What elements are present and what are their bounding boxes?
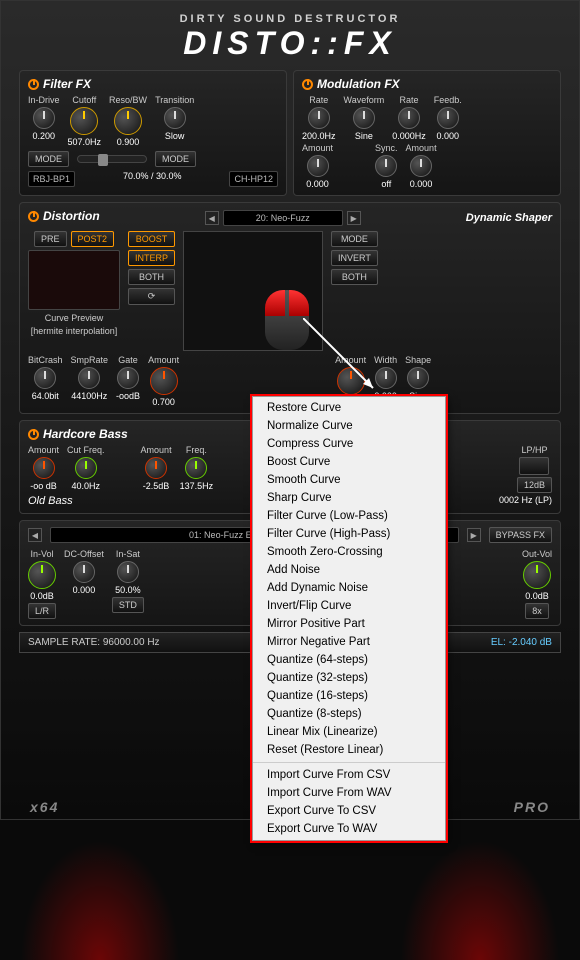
mix-slider[interactable] (77, 155, 147, 163)
menu-item[interactable]: Import Curve From CSV (253, 766, 445, 784)
rate2-knob[interactable] (398, 107, 420, 129)
refresh-button[interactable]: ⟳ (128, 288, 175, 305)
bass-amount2-knob[interactable] (145, 457, 167, 479)
glow-decor (400, 840, 560, 960)
power-icon[interactable] (28, 429, 39, 440)
menu-item[interactable]: Smooth Zero-Crossing (253, 543, 445, 561)
menu-item[interactable]: Filter Curve (High-Pass) (253, 525, 445, 543)
chain-next[interactable]: ▶ (467, 528, 481, 542)
filter-panel: Filter FX In-Drive0.200 Cutoff507.0Hz Re… (19, 70, 287, 196)
menu-item[interactable]: Sharp Curve (253, 489, 445, 507)
context-menu: Restore CurveNormalize CurveCompress Cur… (252, 396, 446, 841)
menu-item[interactable]: Filter Curve (Low-Pass) (253, 507, 445, 525)
transition-knob[interactable] (164, 107, 186, 129)
reso-knob[interactable] (114, 107, 142, 135)
smprate-knob[interactable] (78, 367, 100, 389)
filter-type2[interactable]: CH-HP12 (229, 171, 278, 187)
menu-item[interactable]: Quantize (32-steps) (253, 669, 445, 687)
menu-item[interactable]: Restore Curve (253, 399, 445, 417)
menu-item[interactable]: Export Curve To CSV (253, 802, 445, 820)
menu-item[interactable]: Normalize Curve (253, 417, 445, 435)
pre-button[interactable]: PRE (34, 231, 67, 247)
invert-button[interactable]: INVERT (331, 250, 378, 266)
menu-item[interactable]: Mirror Negative Part (253, 633, 445, 651)
amt2-knob[interactable] (410, 155, 432, 177)
indrive-knob[interactable] (33, 107, 55, 129)
menu-item[interactable]: Smooth Curve (253, 471, 445, 489)
menu-item[interactable]: Add Dynamic Noise (253, 579, 445, 597)
boost-button[interactable]: BOOST (128, 231, 175, 247)
dc-knob[interactable] (73, 561, 95, 583)
next-preset[interactable]: ▶ (347, 211, 361, 225)
both2-button[interactable]: BOTH (331, 269, 378, 285)
menu-item[interactable]: Mirror Positive Part (253, 615, 445, 633)
power-icon[interactable] (28, 211, 39, 222)
bitcrash-knob[interactable] (34, 367, 56, 389)
mouse-icon (265, 290, 315, 360)
insat-knob[interactable] (117, 561, 139, 583)
std-button[interactable]: STD (112, 597, 144, 613)
amount-knob[interactable] (150, 367, 178, 395)
waveform-knob[interactable] (353, 107, 375, 129)
menu-group-1: Restore CurveNormalize CurveCompress Cur… (253, 399, 445, 759)
mode-button[interactable]: MODE (28, 151, 69, 167)
header-subtitle: Dirty Sound Destructor (19, 13, 561, 25)
menu-item[interactable]: Boost Curve (253, 453, 445, 471)
bass-amount-knob[interactable] (33, 457, 55, 479)
menu-item[interactable]: Linear Mix (Linearize) (253, 723, 445, 741)
menu-item[interactable]: Add Noise (253, 561, 445, 579)
chain-prev[interactable]: ◀ (28, 528, 42, 542)
power-icon[interactable] (302, 79, 313, 90)
header: Dirty Sound Destructor DISTO::FX (19, 13, 561, 62)
feedb-knob[interactable] (437, 107, 459, 129)
menu-separator (253, 762, 445, 763)
amt1-knob[interactable] (307, 155, 329, 177)
interp-button[interactable]: INTERP (128, 250, 175, 266)
lphp-toggle[interactable] (519, 457, 549, 475)
bass-freq-knob[interactable] (185, 457, 207, 479)
power-icon[interactable] (28, 79, 39, 90)
both-button[interactable]: BOTH (128, 269, 175, 285)
x8-button[interactable]: 8x (525, 603, 549, 619)
gate-knob[interactable] (117, 367, 139, 389)
invol-knob[interactable] (28, 561, 56, 589)
preset-display[interactable]: 20: Neo-Fuzz (223, 210, 343, 226)
rate1-knob[interactable] (308, 107, 330, 129)
menu-item[interactable]: Reset (Restore Linear) (253, 741, 445, 759)
mode2-button[interactable]: MODE (155, 151, 196, 167)
post-button[interactable]: POST2 (71, 231, 115, 247)
width-knob[interactable] (375, 367, 397, 389)
mode-button[interactable]: MODE (331, 231, 378, 247)
curve-preview (28, 250, 120, 310)
menu-item[interactable]: Quantize (8-steps) (253, 705, 445, 723)
menu-item[interactable]: Quantize (64-steps) (253, 651, 445, 669)
menu-item[interactable]: Invert/Flip Curve (253, 597, 445, 615)
bass-cutfreq-knob[interactable] (75, 457, 97, 479)
cutoff-knob[interactable] (70, 107, 98, 135)
filter-type1[interactable]: RBJ-BP1 (28, 171, 75, 187)
shape-knob[interactable] (407, 367, 429, 389)
modulation-panel: Modulation FX Rate200.0Hz WaveformSine R… (293, 70, 561, 196)
header-title: DISTO::FX (19, 25, 561, 62)
menu-item[interactable]: Export Curve To WAV (253, 820, 445, 838)
glow-decor (20, 840, 180, 960)
menu-item[interactable]: Import Curve From WAV (253, 784, 445, 802)
menu-item[interactable]: Compress Curve (253, 435, 445, 453)
bypass-button[interactable]: BYPASS FX (489, 527, 552, 543)
outvol-knob[interactable] (523, 561, 551, 589)
sync-knob[interactable] (375, 155, 397, 177)
menu-group-2: Import Curve From CSVImport Curve From W… (253, 766, 445, 838)
lr-button[interactable]: L/R (28, 603, 56, 619)
amount2-knob[interactable] (337, 367, 365, 395)
menu-item[interactable]: Quantize (16-steps) (253, 687, 445, 705)
prev-preset[interactable]: ◀ (205, 211, 219, 225)
